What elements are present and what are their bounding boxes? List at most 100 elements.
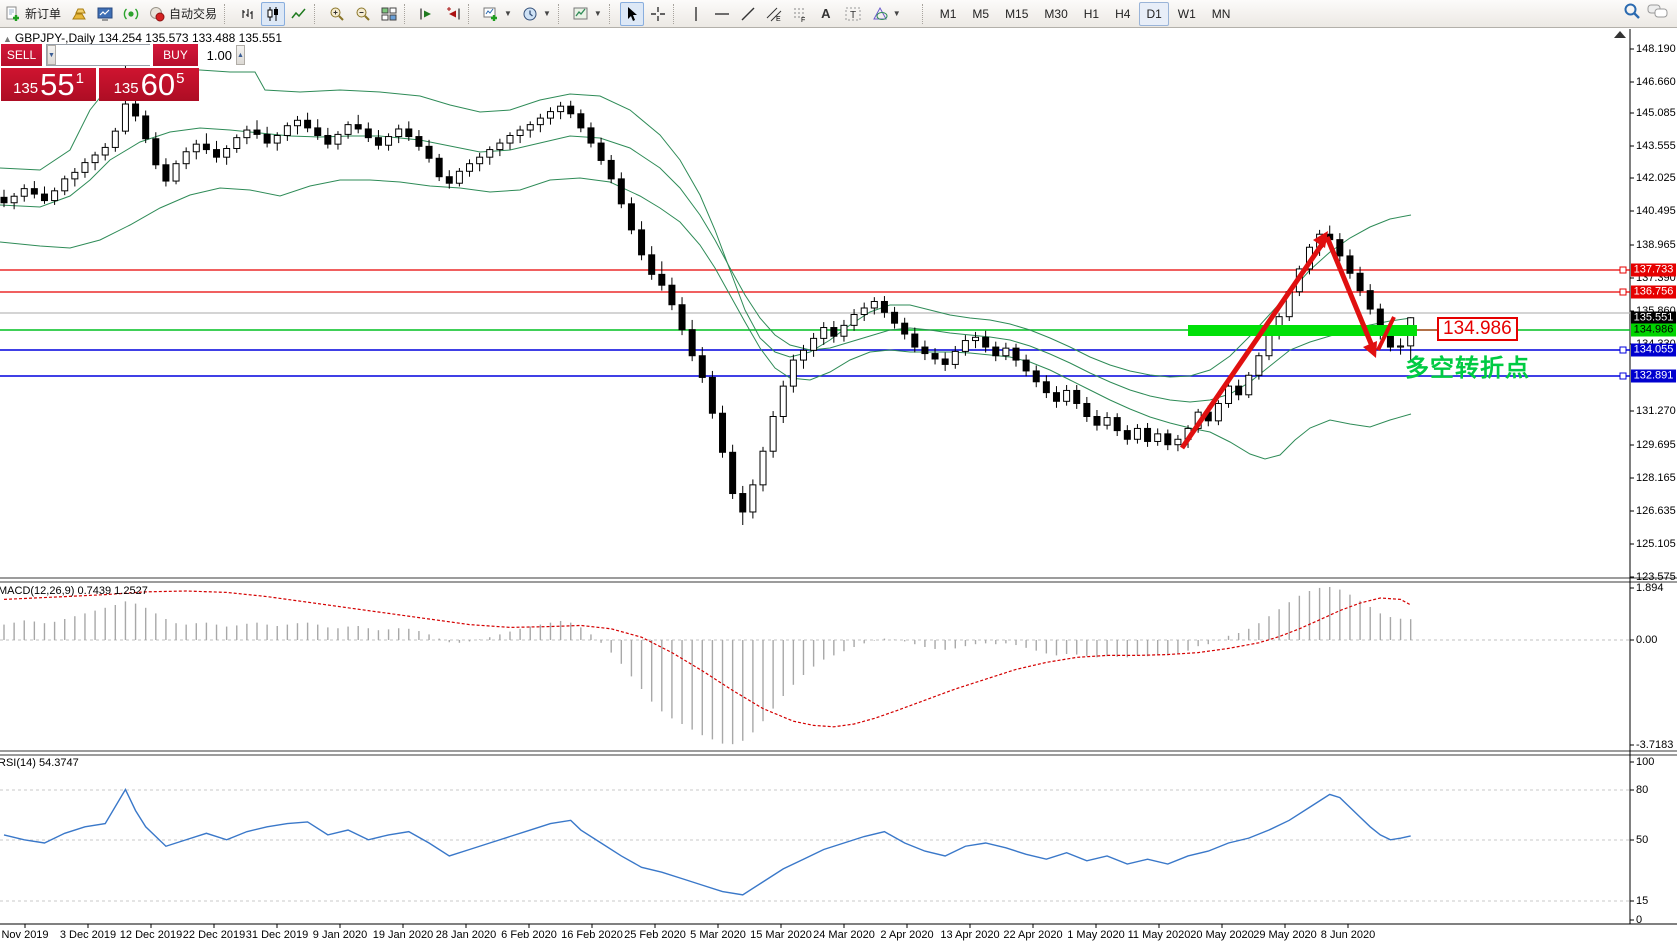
candle-body bbox=[516, 129, 524, 136]
candle-body bbox=[1225, 385, 1233, 404]
sell-price-button[interactable]: 135 55 1 bbox=[1, 68, 96, 101]
price-tick: 125.105 bbox=[1636, 538, 1676, 550]
candle-body bbox=[132, 103, 140, 117]
candle-body bbox=[729, 451, 737, 495]
candle-body bbox=[1245, 374, 1253, 396]
candle-body bbox=[111, 130, 119, 148]
line-handle[interactable] bbox=[1619, 346, 1627, 354]
volume-increase-button[interactable]: ▲ bbox=[235, 45, 245, 65]
volume-decrease-button[interactable]: ▼ bbox=[47, 45, 56, 65]
candle-body bbox=[1397, 345, 1405, 348]
chart-title: ▲ GBPJPY-,Daily 134.254 135.573 133.488 1… bbox=[3, 31, 282, 45]
buy-button-label: BUY bbox=[163, 48, 188, 62]
sell-price-big-figure: 135 bbox=[13, 80, 39, 97]
line-handle[interactable] bbox=[1619, 372, 1627, 380]
candle-body bbox=[1366, 290, 1374, 310]
price-tick: 138.965 bbox=[1636, 239, 1676, 251]
date-tick: 16 Feb 2020 bbox=[561, 929, 623, 941]
candle-body bbox=[253, 129, 261, 135]
date-tick: 15 Mar 2020 bbox=[750, 929, 812, 941]
date-tick: 1 May 2020 bbox=[1067, 929, 1125, 941]
price-tick: 140.495 bbox=[1636, 205, 1676, 217]
candle-body bbox=[486, 149, 494, 158]
rsi-scale-tick: 80 bbox=[1636, 784, 1649, 796]
date-tick: 2 Apr 2020 bbox=[880, 929, 934, 941]
chart-plot[interactable] bbox=[0, 0, 1677, 944]
buy-button[interactable]: BUY bbox=[153, 44, 198, 66]
price-tick: 146.660 bbox=[1636, 76, 1676, 88]
candle-body bbox=[759, 450, 767, 486]
candle-body bbox=[273, 134, 281, 144]
line-handle[interactable] bbox=[1619, 288, 1627, 296]
candle-body bbox=[385, 136, 393, 146]
candle-body bbox=[1022, 359, 1030, 372]
candle-body bbox=[71, 171, 79, 180]
candle-body bbox=[0, 196, 8, 204]
candle-body bbox=[121, 103, 129, 132]
price-tick: 145.085 bbox=[1636, 107, 1676, 119]
turning-point-annotation[interactable]: 多空转折点 bbox=[1405, 348, 1530, 383]
candle-body bbox=[405, 128, 413, 138]
line-handle[interactable] bbox=[1619, 266, 1627, 274]
macd-scale-tick: 1.894 bbox=[1636, 582, 1664, 594]
candle-body bbox=[607, 159, 615, 180]
volume-input[interactable] bbox=[55, 45, 236, 65]
buy-price-button[interactable]: 135 60 5 bbox=[99, 68, 199, 101]
candle-body bbox=[951, 350, 959, 365]
price-tick: 131.270 bbox=[1636, 405, 1676, 417]
candle-body bbox=[931, 353, 939, 360]
candle-body bbox=[1012, 347, 1020, 361]
candle-body bbox=[1073, 389, 1081, 404]
scroll-to-end-marker[interactable] bbox=[1614, 31, 1626, 38]
candle-body bbox=[1265, 333, 1273, 357]
date-tick: 28 Jan 2020 bbox=[435, 929, 497, 941]
candle-body bbox=[314, 127, 322, 136]
candle-body bbox=[10, 195, 18, 204]
candle-body bbox=[648, 254, 656, 275]
candle-body bbox=[1103, 417, 1111, 426]
candle-body bbox=[142, 115, 150, 140]
candle-body bbox=[30, 188, 38, 195]
candle-body bbox=[374, 137, 382, 146]
date-tick: 11 May 2020 bbox=[1127, 929, 1191, 941]
candle-body bbox=[1063, 389, 1071, 402]
candle-body bbox=[293, 119, 301, 127]
candle-body bbox=[668, 284, 676, 306]
rsi-scale-tick: 50 bbox=[1636, 834, 1649, 846]
terminal-window: 新订单 自动交易 ▼ ▼ ▼ E F A T ▼ M1 M5 M15 M30 H… bbox=[0, 0, 1677, 944]
candle-body bbox=[162, 164, 170, 182]
buy-price-pips: 60 bbox=[140, 67, 176, 102]
chart-symbol: GBPJPY-,Daily bbox=[14, 31, 96, 45]
candle-body bbox=[61, 178, 69, 192]
trend-arrow-line[interactable] bbox=[1179, 235, 1330, 450]
price-tick: 148.190 bbox=[1636, 43, 1676, 55]
date-tick: 6 Feb 2020 bbox=[501, 929, 557, 941]
candle-body bbox=[1123, 430, 1131, 440]
rsi-label: RSI(14) 54.3747 bbox=[0, 757, 79, 769]
support-highlight-bar[interactable] bbox=[1188, 325, 1417, 336]
candle-body bbox=[445, 176, 453, 184]
candle-body bbox=[1346, 255, 1354, 274]
candle-body bbox=[213, 149, 221, 158]
date-tick: 12 Dec 2019 bbox=[119, 929, 183, 941]
candle-body bbox=[678, 304, 686, 331]
price-tick: 142.025 bbox=[1636, 172, 1676, 184]
rsi-line bbox=[3, 788, 1411, 896]
candle-body bbox=[1144, 427, 1152, 442]
candle-body bbox=[941, 358, 949, 365]
candle-body bbox=[172, 163, 180, 182]
candle-body bbox=[597, 142, 605, 161]
price-tick: 128.165 bbox=[1636, 472, 1676, 484]
candle-body bbox=[810, 337, 818, 351]
date-tick: 31 Dec 2019 bbox=[245, 929, 309, 941]
candle-body bbox=[304, 119, 312, 129]
candle-body bbox=[415, 136, 423, 147]
candle-body bbox=[739, 493, 747, 513]
candle-body bbox=[1042, 381, 1050, 394]
candle-body bbox=[1133, 427, 1141, 440]
sell-button[interactable]: SELL bbox=[1, 44, 42, 66]
level-annotation[interactable]: 134.986 bbox=[1437, 317, 1518, 341]
candle-body bbox=[820, 327, 828, 339]
candle-body bbox=[789, 359, 797, 387]
candle-body bbox=[395, 128, 403, 138]
